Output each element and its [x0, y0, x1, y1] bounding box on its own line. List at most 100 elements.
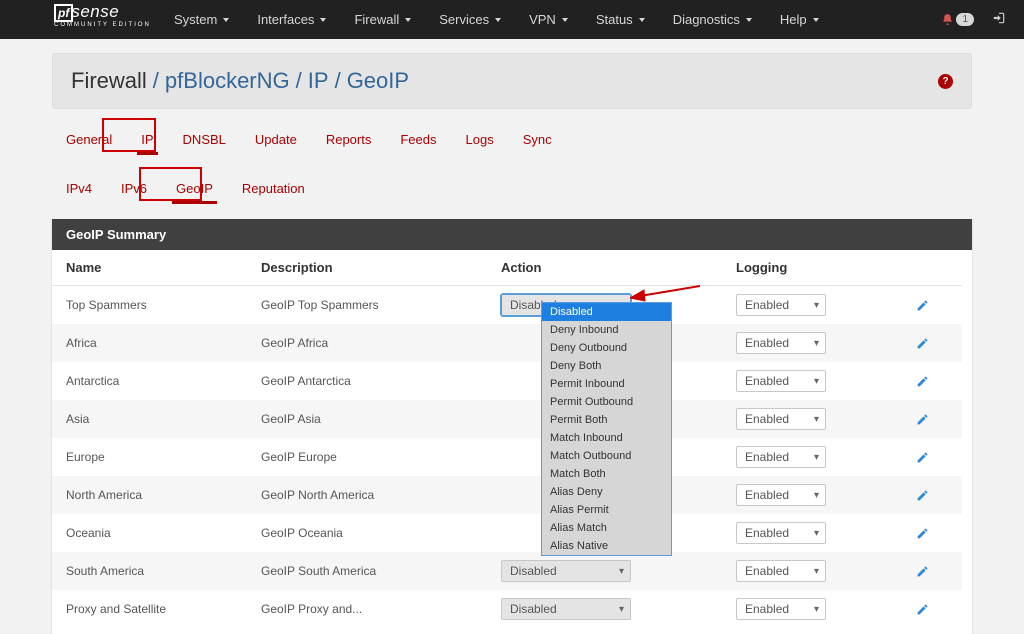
edit-button[interactable] [902, 590, 962, 628]
action-dropdown-list[interactable]: DisabledDeny InboundDeny OutboundDeny Bo… [541, 302, 672, 556]
page-header: Firewall / pfBlockerNG / IP / GeoIP ? [52, 53, 972, 109]
tab-dnsbl[interactable]: DNSBL [169, 125, 240, 154]
tab-sync[interactable]: Sync [509, 125, 566, 154]
edit-button[interactable] [902, 514, 962, 552]
row-name: Africa [52, 324, 247, 362]
logging-select[interactable]: Enabled [736, 598, 826, 620]
nav-item-vpn[interactable]: VPN [517, 2, 580, 37]
column-header: Name [52, 250, 247, 286]
chevron-down-icon [746, 18, 752, 22]
action-option[interactable]: Permit Outbound [542, 393, 671, 411]
action-option[interactable]: Match Both [542, 465, 671, 483]
action-option[interactable]: Alias Match [542, 519, 671, 537]
pencil-icon [916, 489, 929, 502]
tab-reports[interactable]: Reports [312, 125, 386, 154]
pencil-icon [916, 299, 929, 312]
logging-select[interactable]: Enabled [736, 484, 826, 506]
nav-item-help[interactable]: Help [768, 2, 831, 37]
row-logging-cell: Enabled [722, 438, 902, 476]
pencil-icon [916, 337, 929, 350]
help-icon[interactable]: ? [938, 74, 953, 89]
row-name: Oceania [52, 514, 247, 552]
brand-logo[interactable]: pfsense COMMUNITY EDITION [54, 2, 151, 28]
edit-button[interactable] [902, 476, 962, 514]
nav-item-system[interactable]: System [162, 2, 241, 37]
row-description: GeoIP Antarctica [247, 362, 487, 400]
notifications-button[interactable]: 1 [941, 13, 974, 26]
edit-button[interactable] [902, 400, 962, 438]
action-select[interactable]: Disabled [501, 560, 631, 582]
nav-item-firewall[interactable]: Firewall [342, 2, 423, 37]
tab-ipv4[interactable]: IPv4 [52, 174, 106, 203]
logout-button[interactable] [992, 11, 1006, 28]
nav-item-interfaces[interactable]: Interfaces [245, 2, 338, 37]
row-description: GeoIP South America [247, 552, 487, 590]
row-action-cell: Disabled [487, 552, 722, 590]
brand-text: sense [71, 2, 119, 21]
action-option[interactable]: Alias Native [542, 537, 671, 555]
action-option[interactable]: Permit Inbound [542, 375, 671, 393]
edit-button[interactable] [902, 362, 962, 400]
row-logging-cell: Enabled [722, 400, 902, 438]
row-description: GeoIP Proxy and... [247, 590, 487, 628]
logout-icon [992, 11, 1006, 25]
chevron-down-icon [813, 18, 819, 22]
logging-select[interactable]: Enabled [736, 560, 826, 582]
row-logging-cell: Enabled [722, 362, 902, 400]
action-option[interactable]: Deny Outbound [542, 339, 671, 357]
logging-select[interactable]: Enabled [736, 294, 826, 316]
column-header: Description [247, 250, 487, 286]
panel-title: GeoIP Summary [52, 219, 972, 250]
action-option[interactable]: Alias Deny [542, 483, 671, 501]
tab-reputation[interactable]: Reputation [228, 174, 319, 203]
edit-button[interactable] [902, 552, 962, 590]
logging-select[interactable]: Enabled [736, 370, 826, 392]
breadcrumb-current[interactable]: GeoIP [347, 68, 409, 94]
logging-select[interactable]: Enabled [736, 332, 826, 354]
tab-ipv6[interactable]: IPv6 [107, 174, 161, 203]
tab-feeds[interactable]: Feeds [386, 125, 450, 154]
row-logging-cell: Enabled [722, 552, 902, 590]
tabs-secondary: IPv4IPv6GeoIPReputation [52, 158, 972, 207]
column-header: Action [487, 250, 722, 286]
action-option[interactable]: Deny Both [542, 357, 671, 375]
edit-button[interactable] [902, 324, 962, 362]
tabs-primary: GeneralIPDNSBLUpdateReportsFeedsLogsSync [52, 109, 972, 158]
breadcrumb-link[interactable]: IP [308, 68, 329, 94]
row-name: Antarctica [52, 362, 247, 400]
action-select[interactable]: Disabled [501, 598, 631, 620]
brand-subtitle: COMMUNITY EDITION [54, 22, 151, 28]
tab-ip[interactable]: IP [127, 125, 167, 154]
row-description: GeoIP Asia [247, 400, 487, 438]
tab-general[interactable]: General [52, 125, 126, 154]
action-option[interactable]: Alias Permit [542, 501, 671, 519]
row-name: Top Spammers [52, 286, 247, 324]
pencil-icon [916, 413, 929, 426]
nav-item-diagnostics[interactable]: Diagnostics [661, 2, 764, 37]
action-option[interactable]: Match Inbound [542, 429, 671, 447]
action-option[interactable]: Permit Both [542, 411, 671, 429]
nav-item-services[interactable]: Services [427, 2, 513, 37]
chevron-down-icon [639, 18, 645, 22]
row-name: North America [52, 476, 247, 514]
tab-geoip[interactable]: GeoIP [162, 174, 227, 203]
action-option[interactable]: Match Outbound [542, 447, 671, 465]
action-option[interactable]: Deny Inbound [542, 321, 671, 339]
breadcrumb-link[interactable]: pfBlockerNG [165, 68, 290, 94]
row-description: GeoIP Africa [247, 324, 487, 362]
pencil-icon [916, 375, 929, 388]
row-name: South America [52, 552, 247, 590]
logging-select[interactable]: Enabled [736, 446, 826, 468]
chevron-down-icon [562, 18, 568, 22]
logging-select[interactable]: Enabled [736, 522, 826, 544]
pencil-icon [916, 451, 929, 464]
edit-button[interactable] [902, 438, 962, 476]
logging-select[interactable]: Enabled [736, 408, 826, 430]
row-name: Europe [52, 438, 247, 476]
tab-logs[interactable]: Logs [452, 125, 508, 154]
tab-update[interactable]: Update [241, 125, 311, 154]
nav-item-status[interactable]: Status [584, 2, 657, 37]
geoip-summary-panel: GeoIP Summary NameDescriptionActionLoggi… [52, 219, 972, 634]
edit-button[interactable] [902, 286, 962, 324]
action-option[interactable]: Disabled [542, 303, 671, 321]
